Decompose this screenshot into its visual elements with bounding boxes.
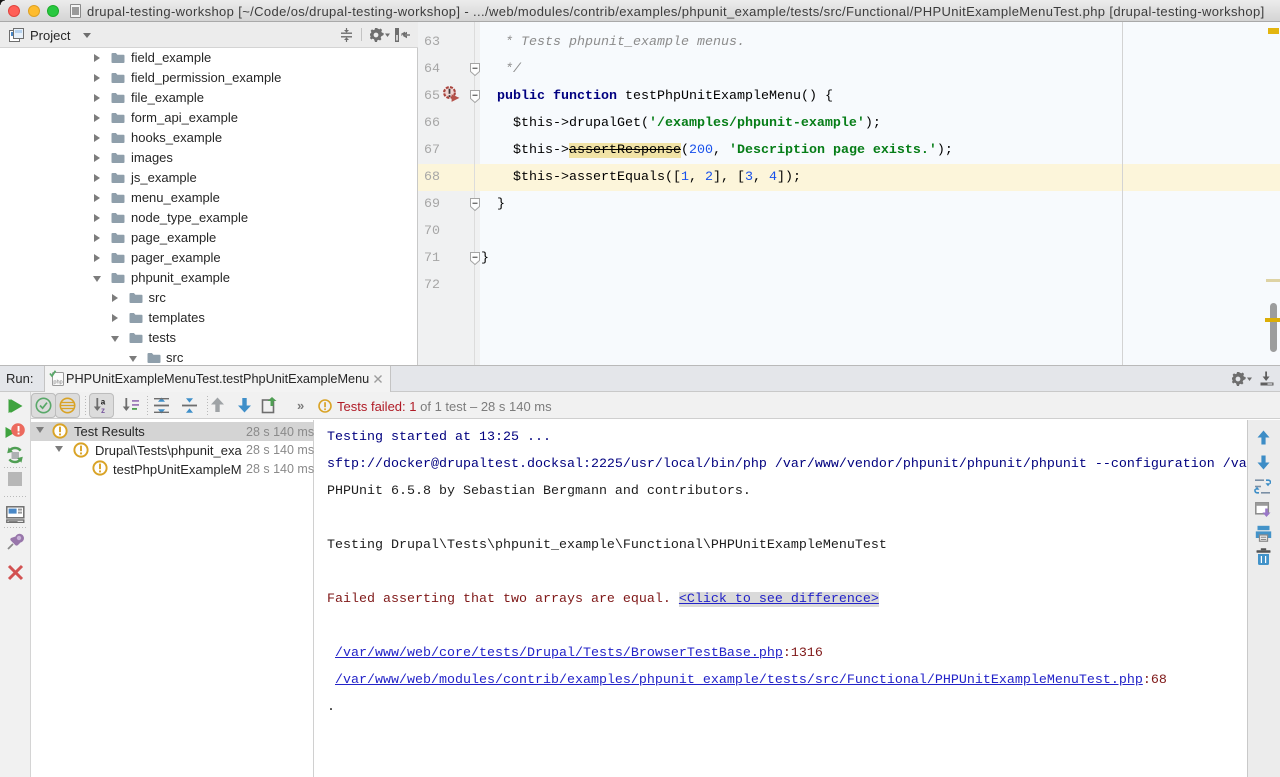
svg-text:z: z [101, 406, 105, 414]
svg-text:php: php [53, 380, 62, 386]
